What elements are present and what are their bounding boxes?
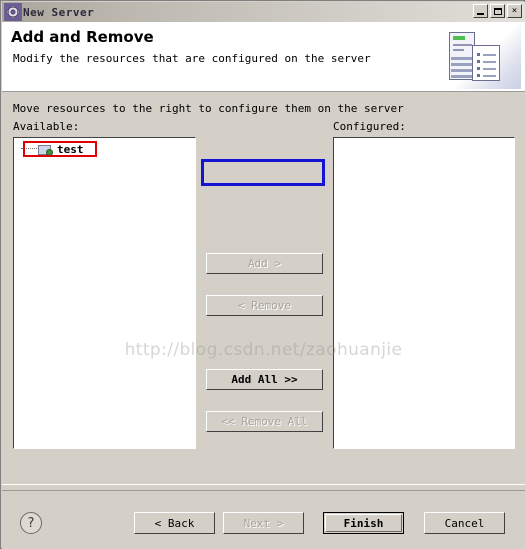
server-bay (451, 63, 474, 66)
project-globe-shape (46, 148, 53, 156)
doc-line (483, 61, 496, 63)
remove-all-button[interactable]: << Remove All (206, 411, 323, 432)
help-icon[interactable]: ? (20, 512, 42, 534)
gear-icon (4, 3, 22, 21)
footer-divider (2, 490, 525, 491)
wizard-header: Add and Remove Modify the resources that… (2, 22, 525, 92)
finish-button-label: Finish (343, 516, 384, 530)
wizard-body: Move resources to the right to configure… (2, 92, 525, 484)
window-controls: × (473, 4, 522, 18)
server-slot (453, 44, 472, 46)
server-and-document-icon (431, 23, 521, 89)
server-bay (451, 75, 474, 78)
instruction-text: Move resources to the right to configure… (13, 102, 404, 115)
available-label: Available: (13, 120, 80, 133)
remove-button-label: < Remove (238, 299, 291, 312)
tree-line-icon (21, 148, 37, 150)
cancel-button[interactable]: Cancel (424, 512, 505, 534)
list-item-label: test (57, 142, 84, 156)
window-titlebar[interactable]: New Server × (2, 2, 525, 22)
minimize-icon (477, 12, 484, 15)
page-subtitle: Modify the resources that are configured… (13, 52, 371, 65)
cancel-button-label: Cancel (444, 516, 485, 530)
server-led-icon (453, 36, 465, 40)
next-button[interactable]: Next > (223, 512, 304, 534)
doc-bullet (477, 67, 480, 70)
maximize-button[interactable] (490, 4, 505, 18)
window-title: New Server (23, 5, 95, 19)
list-item[interactable]: test (18, 141, 87, 157)
add-button[interactable]: Add > (206, 253, 323, 274)
configured-label: Configured: (333, 120, 406, 133)
remove-all-button-label: << Remove All (221, 415, 308, 428)
add-button-label: Add > (247, 257, 282, 270)
doc-bullet (477, 74, 480, 77)
maximize-icon (493, 7, 502, 15)
close-button[interactable]: × (507, 4, 522, 18)
document-icon (472, 45, 500, 81)
help-icon-label: ? (27, 515, 35, 531)
add-all-button[interactable]: Add All >> (206, 369, 323, 390)
doc-bullet (477, 60, 480, 63)
available-resources-list[interactable]: test (13, 137, 196, 449)
doc-line (483, 68, 496, 70)
new-server-dialog: New Server × Add and Remove Modify the r… (0, 0, 525, 549)
configured-resources-list[interactable] (333, 137, 515, 449)
next-button-label: Next > (243, 516, 284, 530)
remove-button[interactable]: < Remove (206, 295, 323, 316)
minimize-button[interactable] (473, 4, 488, 18)
back-button[interactable]: < Back (134, 512, 215, 534)
finish-button[interactable]: Finish (323, 512, 404, 534)
doc-bullet (477, 53, 480, 56)
web-project-icon (38, 143, 53, 156)
close-icon: × (511, 5, 518, 16)
server-slot (453, 49, 464, 51)
doc-line (483, 54, 496, 56)
page-title: Add and Remove (11, 28, 154, 46)
server-bay (451, 69, 474, 72)
server-bay (451, 57, 474, 60)
back-button-label: < Back (154, 516, 195, 530)
add-all-button-label: Add All >> (231, 373, 298, 386)
doc-line (483, 75, 496, 77)
screenshot-root: New Server × Add and Remove Modify the r… (0, 0, 525, 549)
